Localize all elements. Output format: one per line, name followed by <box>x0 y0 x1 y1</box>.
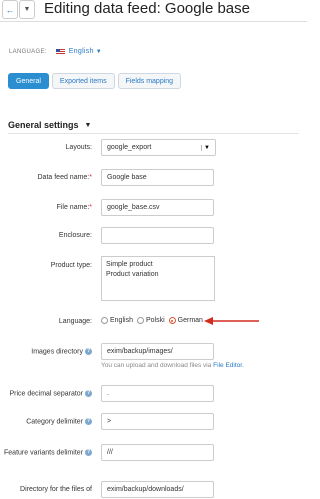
layouts-select[interactable]: google_export ▼ <box>101 139 216 156</box>
file-name-label: File name:* <box>56 204 92 211</box>
us-flag-icon <box>55 48 65 55</box>
section-title: General settings <box>8 120 79 130</box>
language-radio-group: English Polski German <box>101 317 207 324</box>
back-button[interactable]: ← <box>2 0 18 19</box>
enclosure-input[interactable] <box>101 227 214 244</box>
feature-variants-delimiter-input[interactable]: /// <box>101 444 214 461</box>
enclosure-label: Enclosure: <box>58 232 92 239</box>
top-bar: ← ▼ Editing data feed: Google base <box>0 0 307 22</box>
language-dropdown[interactable]: English <box>69 48 94 55</box>
radio-icon <box>101 317 108 324</box>
category-delimiter-label: Category delimiter? <box>26 418 92 426</box>
tab-bar: General Exported items Fields mapping <box>8 73 182 89</box>
radio-polski[interactable]: Polski <box>136 317 165 324</box>
file-name-input[interactable]: google_base.csv <box>101 199 214 216</box>
category-delimiter-input[interactable]: > <box>101 413 214 430</box>
files-directory-input[interactable]: exim/backup/downloads/ <box>101 481 214 498</box>
menu-toggle-button[interactable]: ▼ <box>19 0 35 19</box>
radio-icon <box>136 317 144 324</box>
list-item[interactable]: Product variation <box>106 270 210 280</box>
layouts-label: Layouts: <box>65 144 92 151</box>
help-icon: ? <box>85 348 92 355</box>
caret-down-icon: ▼ <box>95 48 103 55</box>
page-title: Editing data feed: Google base <box>44 0 250 17</box>
product-type-listbox[interactable]: Simple product Product variation <box>101 256 215 301</box>
list-item[interactable]: Simple product <box>106 260 210 270</box>
divider <box>8 133 299 134</box>
images-directory-hint: You can upload and download files via Fi… <box>101 362 244 369</box>
radio-german[interactable]: German <box>168 317 203 324</box>
images-directory-input[interactable]: exim/backup/images/ <box>101 343 214 360</box>
help-icon: ? <box>85 390 92 397</box>
tab-fields-mapping[interactable]: Fields mapping <box>117 73 182 89</box>
file-editor-link[interactable]: File Editor. <box>213 362 244 369</box>
chevron-down-icon: ▼ <box>23 6 31 13</box>
help-icon: ? <box>85 418 92 425</box>
radio-english[interactable]: English <box>101 317 133 324</box>
radio-checked-icon <box>168 317 176 324</box>
language-radio-label: Language: <box>58 318 92 325</box>
price-decimal-separator-input[interactable]: . <box>101 385 214 402</box>
dropdown-arrow-icon: ▼ <box>201 144 210 151</box>
files-directory-label: Directory for the files of <box>20 486 92 493</box>
red-arrow-icon <box>204 317 259 325</box>
data-feed-name-label: Data feed name:* <box>37 174 93 181</box>
language-selector-row: LANGUAGE: English ▼ <box>9 48 102 55</box>
price-decimal-separator-label: Price decimal separator? <box>9 390 92 398</box>
feature-variants-delimiter-label: Feature variants delimiter? <box>4 449 92 457</box>
language-label: LANGUAGE: <box>9 48 47 55</box>
tab-exported-items[interactable]: Exported items <box>51 73 115 89</box>
layouts-value: google_export <box>107 144 152 151</box>
help-icon: ? <box>85 449 92 456</box>
product-type-label: Product type: <box>50 262 92 269</box>
arrow-left-icon: ← <box>5 4 15 15</box>
chevron-down-icon: ▼ <box>84 121 92 129</box>
data-feed-name-input[interactable]: Google base <box>101 169 214 186</box>
images-directory-label: Images directory? <box>31 348 92 356</box>
section-header-general-settings[interactable]: General settings ▼ <box>8 120 91 130</box>
tab-general[interactable]: General <box>8 73 49 89</box>
